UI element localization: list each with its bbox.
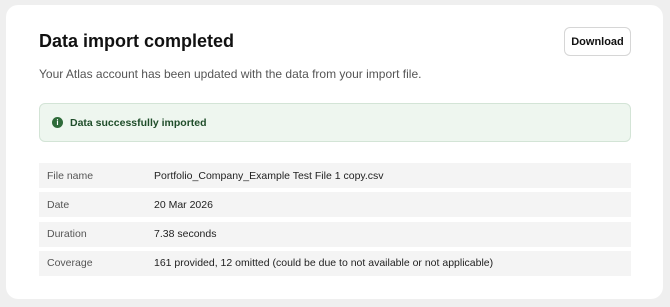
detail-value: 20 Mar 2026 — [154, 198, 213, 211]
detail-value: 161 provided, 12 omitted (could be due t… — [154, 257, 494, 270]
detail-label: Date — [47, 198, 70, 211]
detail-row-date: Date 20 Mar 2026 — [39, 192, 631, 218]
page-title: Data import completed — [39, 31, 235, 51]
info-icon: i — [52, 117, 63, 128]
detail-row-coverage: Coverage 161 provided, 12 omitted (could… — [39, 250, 631, 276]
detail-label: Duration — [47, 228, 87, 241]
page-subtitle: Your Atlas account has been updated with… — [39, 67, 422, 81]
success-banner: i Data successfully imported — [39, 103, 631, 142]
detail-row-file-name: File name Portfolio_Company_Example Test… — [39, 163, 631, 188]
import-details-table: File name Portfolio_Company_Example Test… — [39, 163, 631, 280]
detail-row-duration: Duration 7.38 seconds — [39, 221, 631, 247]
download-button[interactable]: Download — [564, 27, 631, 56]
detail-value: 7.38 seconds — [154, 228, 217, 241]
detail-label: Coverage — [47, 257, 93, 270]
detail-label: File name — [47, 169, 94, 182]
detail-value: Portfolio_Company_Example Test File 1 co… — [154, 169, 384, 182]
success-banner-text: Data successfully imported — [70, 116, 207, 129]
import-summary-card: Data import completed Download Your Atla… — [6, 5, 663, 299]
